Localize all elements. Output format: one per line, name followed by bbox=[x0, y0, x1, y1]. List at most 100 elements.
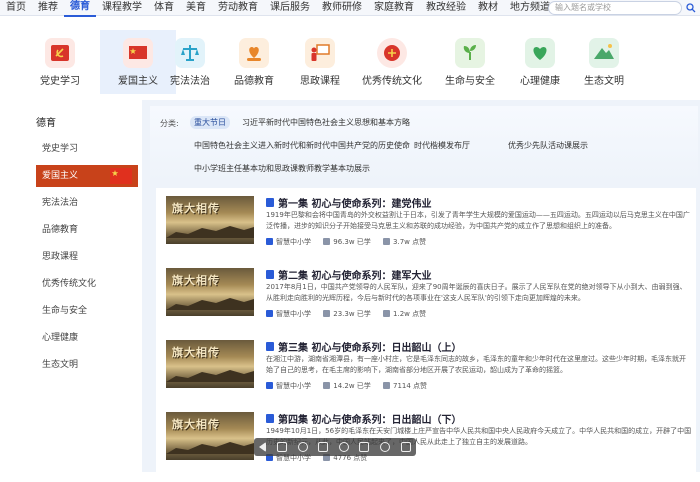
video-card[interactable]: 旗大相传 第一集 初心与使命系列：建党伟业 1919年巴黎和会将中国青岛的外交权… bbox=[156, 188, 696, 266]
sidebar-item-ecology[interactable]: 生态文明 bbox=[30, 352, 140, 379]
video-card[interactable]: 旗大相传 第三集 初心与使命系列：日出韶山（上） 在湘江中游，湖南省湘潭县，有一… bbox=[156, 332, 696, 410]
video-thumbnail[interactable]: 旗大相传 bbox=[166, 196, 254, 244]
category-ecology[interactable]: 生态文明 bbox=[566, 30, 642, 92]
video-thumbnail[interactable]: 旗大相传 bbox=[166, 412, 254, 460]
school-icon bbox=[266, 310, 273, 317]
sidebar-item-party-history[interactable]: 党史学习 bbox=[30, 136, 140, 163]
filter-tag-xi-thought[interactable]: 习近平新时代中国特色社会主义思想和基本方略 bbox=[238, 116, 414, 129]
category-culture[interactable]: 优秀传统文化 bbox=[354, 30, 430, 92]
undo-icon[interactable] bbox=[359, 442, 370, 452]
pen-tool-icon[interactable] bbox=[297, 442, 308, 452]
video-thumbnail[interactable]: 旗大相传 bbox=[166, 268, 254, 316]
filter-tag-festival[interactable]: 重大节日 bbox=[190, 116, 230, 129]
sidebar-item-ideology[interactable]: 思政课程 bbox=[30, 244, 140, 271]
sidebar-item-safety[interactable]: 生命与安全 bbox=[30, 298, 140, 325]
video-description: 2017年8月1日，中国共产党领导的人民军队，迎来了90周年诞辰的喜庆日子。展示… bbox=[266, 283, 687, 302]
nav-item-afterschool[interactable]: 课后服务 bbox=[264, 0, 316, 16]
redo-icon[interactable] bbox=[380, 442, 391, 452]
filter-tag-teacher-skills[interactable]: 中小学班主任基本功和思政课教师教学基本功展示 bbox=[190, 162, 374, 175]
video-meta: 智慧中小学 96.3w 已学 3.7w 点赞 bbox=[266, 237, 436, 247]
great-wall-graphic bbox=[166, 370, 254, 382]
select-tool-icon[interactable] bbox=[276, 442, 287, 452]
video-meta: 智慧中小学 23.3w 已学 1.2w 点赞 bbox=[266, 309, 436, 319]
video-doc-icon bbox=[266, 198, 274, 207]
nav-item-moral[interactable]: 德育 bbox=[64, 0, 96, 17]
video-title[interactable]: 第四集 初心与使命系列：日出韶山（下） bbox=[278, 411, 461, 426]
filter-tag-role-models[interactable]: 时代楷模发布厅 bbox=[410, 139, 474, 152]
main-content: 分类: 重大节日 习近平新时代中国特色社会主义思想和基本方略 中国特色社会主义进… bbox=[142, 100, 700, 482]
video-thumbnail[interactable]: 旗大相传 bbox=[166, 340, 254, 388]
nav-item-sports[interactable]: 体育 bbox=[148, 0, 180, 16]
video-title[interactable]: 第二集 初心与使命系列：建军大业 bbox=[278, 267, 431, 282]
nav-item-home[interactable]: 首页 bbox=[0, 0, 32, 16]
sidebar-title: 德育 bbox=[36, 118, 56, 129]
category-label: 党史学习 bbox=[40, 76, 80, 87]
video-views: 14.2w 已学 bbox=[333, 382, 371, 390]
great-wall-graphic bbox=[166, 226, 254, 238]
filter-tag-new-era[interactable]: 中国特色社会主义进入新时代和新时代中国共产党的历史使命 bbox=[190, 139, 414, 152]
video-views: 23.3w 已学 bbox=[333, 310, 371, 318]
school-icon bbox=[266, 382, 273, 389]
mountain-icon bbox=[589, 38, 619, 68]
thumbnail-title-art: 旗大相传 bbox=[172, 346, 220, 359]
video-doc-icon bbox=[266, 414, 274, 423]
nav-item-labor[interactable]: 劳动教育 bbox=[212, 0, 264, 16]
video-card[interactable]: 旗大相传 第二集 初心与使命系列：建军大业 2017年8月1日，中国共产党领导的… bbox=[156, 260, 696, 338]
video-card[interactable]: 旗大相传 第四集 初心与使命系列：日出韶山（下） 1949年10月1日，56岁的… bbox=[156, 404, 696, 482]
shape-tool-icon[interactable] bbox=[318, 442, 329, 452]
close-icon[interactable] bbox=[400, 442, 411, 452]
thumbnail-title-art: 旗大相传 bbox=[172, 418, 220, 431]
video-title[interactable]: 第一集 初心与使命系列：建党伟业 bbox=[278, 195, 431, 210]
sidebar-item-culture[interactable]: 优秀传统文化 bbox=[30, 271, 140, 298]
sidebar-item-character[interactable]: 品德教育 bbox=[30, 217, 140, 244]
thumbnail-title-art: 旗大相传 bbox=[172, 202, 220, 215]
video-description: 1919年巴黎和会将中国青岛的外交权益割让于日本，引发了青年学生大规模的爱国运动… bbox=[266, 211, 690, 230]
search-input[interactable]: 输入题名或学校 bbox=[548, 1, 682, 15]
sidebar-item-patriotism[interactable]: 爱国主义 bbox=[36, 165, 138, 187]
category-safety[interactable]: 生命与安全 bbox=[432, 30, 508, 92]
category-row: 党史学习 爱国主义 宪法法治 品德教育 思政课程 优秀传统文化 生命与安全 心理… bbox=[0, 18, 700, 94]
nav-item-family[interactable]: 家庭教育 bbox=[368, 0, 420, 16]
category-label: 生态文明 bbox=[584, 76, 624, 87]
nav-item-arts[interactable]: 美育 bbox=[180, 0, 212, 16]
like-icon bbox=[383, 382, 391, 389]
nav-item-teacher[interactable]: 教师研修 bbox=[316, 0, 368, 16]
like-icon bbox=[383, 238, 391, 245]
view-count-icon bbox=[323, 310, 331, 317]
video-likes: 7114 点赞 bbox=[393, 382, 428, 390]
sidebar: 德育 党史学习 爱国主义 宪法法治 品德教育 思政课程 优秀传统文化 生命与安全… bbox=[30, 100, 140, 472]
nav-item-reform[interactable]: 教改经验 bbox=[420, 0, 472, 16]
video-description: 在湘江中游，湖南省湘潭县，有一座小村庄，它是毛泽东同志的故乡，毛泽东的童年和少年… bbox=[266, 355, 686, 374]
category-ideology[interactable]: 思政课程 bbox=[282, 30, 358, 92]
nav-item-course[interactable]: 课程教学 bbox=[96, 0, 148, 16]
sidebar-item-constitution[interactable]: 宪法法治 bbox=[30, 190, 140, 217]
search-icon[interactable] bbox=[686, 3, 696, 13]
scales-icon bbox=[175, 38, 205, 68]
china-flag-icon bbox=[123, 38, 153, 68]
hand-heart-icon bbox=[239, 38, 269, 68]
party-emblem-icon bbox=[45, 38, 75, 68]
filter-label: 分类: bbox=[160, 119, 179, 128]
collapse-icon[interactable] bbox=[259, 442, 267, 452]
video-source: 智慧中小学 bbox=[276, 238, 311, 246]
category-label: 优秀传统文化 bbox=[362, 76, 422, 87]
top-nav: 首页 推荐 德育 课程教学 体育 美育 劳动教育 课后服务 教师研修 家庭教育 … bbox=[0, 0, 700, 17]
sidebar-item-label: 爱国主义 bbox=[42, 171, 79, 181]
video-likes: 1.2w 点赞 bbox=[393, 310, 427, 318]
category-character[interactable]: 品德教育 bbox=[216, 30, 292, 92]
category-label: 品德教育 bbox=[234, 76, 274, 87]
video-title[interactable]: 第三集 初心与使命系列：日出韶山（上） bbox=[278, 339, 461, 354]
floating-toolbar bbox=[254, 438, 416, 456]
teacher-board-icon bbox=[305, 38, 335, 68]
sidebar-item-mental-health[interactable]: 心理健康 bbox=[30, 325, 140, 352]
video-meta: 智慧中小学 14.2w 已学 7114 点赞 bbox=[266, 381, 437, 391]
video-likes: 3.7w 点赞 bbox=[393, 238, 427, 246]
filter-tag-pioneers[interactable]: 优秀少先队活动课展示 bbox=[504, 139, 592, 152]
school-icon bbox=[266, 238, 273, 245]
eraser-icon[interactable] bbox=[338, 442, 349, 452]
nav-item-recommend[interactable]: 推荐 bbox=[32, 0, 64, 16]
category-label: 生命与安全 bbox=[445, 76, 495, 87]
nav-item-textbook[interactable]: 教材 bbox=[472, 0, 504, 16]
video-doc-icon bbox=[266, 270, 274, 279]
category-party-history[interactable]: 党史学习 bbox=[22, 30, 98, 92]
